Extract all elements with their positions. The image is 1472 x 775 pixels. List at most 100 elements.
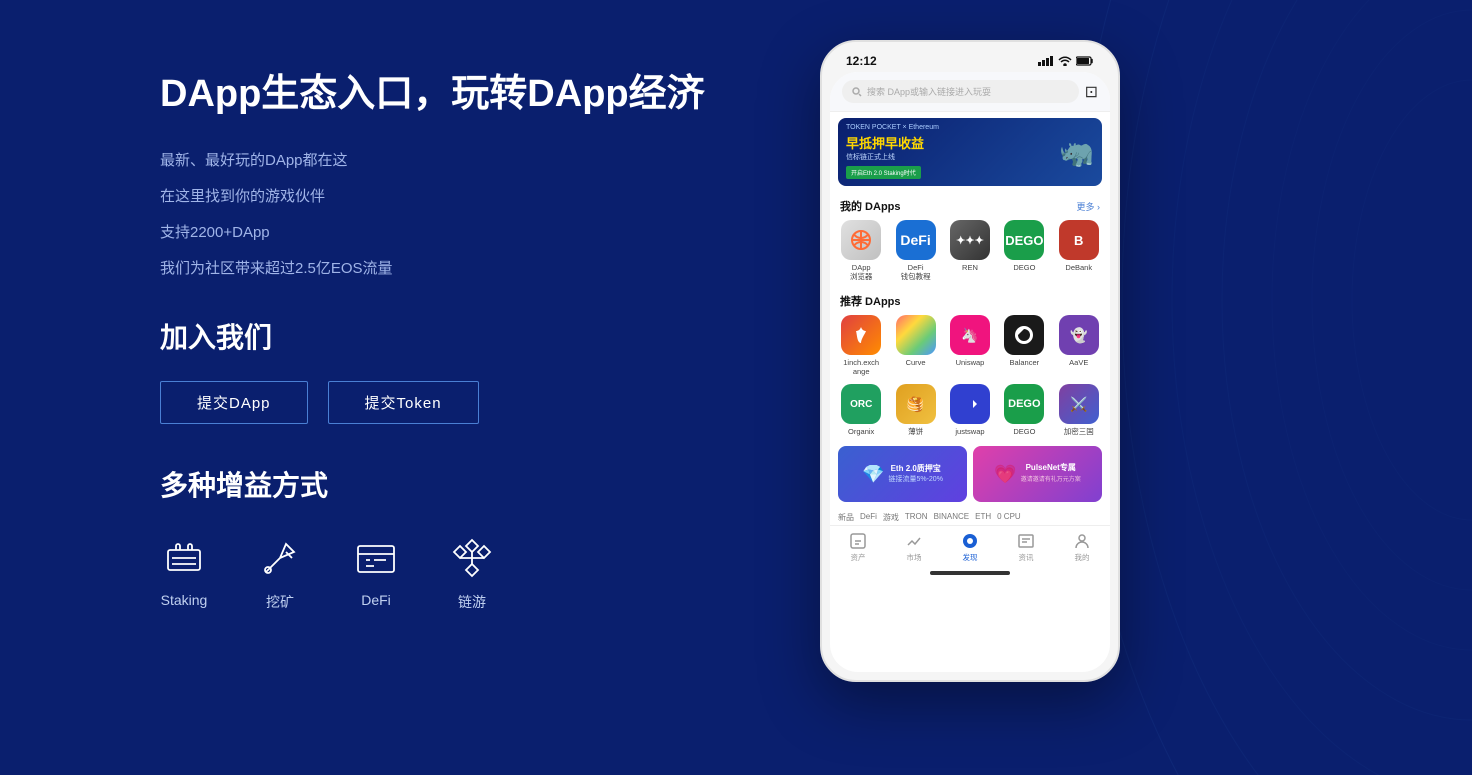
- promo-eth-text: Eth 2.0质押宝链接流量5%-20%: [888, 464, 942, 485]
- my-dapps-grid: DApp浏览器 DeFi DeFi钱包教程 ✦✦✦ REN DEGO: [830, 218, 1110, 287]
- nav-market-label: 市场: [907, 552, 922, 563]
- recommended-dapps-title: 推荐 DApps: [840, 293, 901, 309]
- dapp-ren-label: REN: [962, 263, 978, 272]
- button-group: 提交DApp 提交Token: [160, 381, 740, 424]
- nav-discover[interactable]: 发现: [961, 532, 979, 563]
- chain-game-label: 链游: [458, 592, 486, 612]
- dapp-item-dego2[interactable]: DEGO DEGO: [1000, 384, 1048, 436]
- dapp-uniswap-icon: 🦄: [950, 315, 990, 355]
- dapp-justswap-label: justswap: [955, 427, 984, 436]
- dapp-item-aave[interactable]: 👻 AaVE: [1055, 315, 1103, 376]
- search-input-area[interactable]: 搜索 DApp或输入链接进入玩耍: [842, 80, 1079, 103]
- dapp-ren-icon: ✦✦✦: [950, 220, 990, 260]
- dapp-dego2-label: DEGO: [1013, 427, 1035, 436]
- dapp-pancake-label: 薄饼: [908, 427, 923, 436]
- my-dapps-title: 我的 DApps: [840, 198, 901, 214]
- recommended-dapps-grid-1: 1inch.exchange Curve 🦄 Uniswap: [830, 313, 1110, 382]
- benefits-title: 多种增益方式: [160, 464, 740, 504]
- dapp-justswap-icon: [950, 384, 990, 424]
- benefit-chain-game: 链游: [448, 534, 496, 612]
- cat-new[interactable]: 新品: [838, 512, 854, 523]
- scan-icon[interactable]: ⊡: [1085, 82, 1098, 102]
- feature-item-1: 最新、最好玩的DApp都在这: [160, 149, 740, 173]
- phone-search-bar[interactable]: 搜索 DApp或输入链接进入玩耍 ⊡: [830, 72, 1110, 112]
- promo-banners: 💎 Eth 2.0质押宝链接流量5%-20% 💗 PulseNet专属邀请邀请有…: [830, 442, 1110, 508]
- dapp-dego-label: DEGO: [1013, 263, 1035, 272]
- phone-mockup-container: 12:12: [820, 40, 1140, 682]
- category-tabs: 新品 DeFi 游戏 TRON BINANCE ETH 0 CPU: [830, 508, 1110, 525]
- dapp-pancake-icon: 🥞: [896, 384, 936, 424]
- nav-assets-label: 资产: [851, 552, 866, 563]
- dapp-item-browser[interactable]: DApp浏览器: [837, 220, 885, 281]
- staking-label: Staking: [161, 592, 208, 608]
- dapp-debank-icon: B: [1059, 220, 1099, 260]
- benefits-row: Staking 挖矿 DeFi 链游: [160, 534, 740, 612]
- dapp-dego2-icon: DEGO: [1004, 384, 1044, 424]
- benefit-staking: Staking: [160, 534, 208, 608]
- nav-mine-label: 我的: [1075, 552, 1090, 563]
- phone-status-icons: [1038, 56, 1094, 66]
- dapp-defi-label: DeFi钱包教程: [901, 263, 931, 281]
- dapp-item-uniswap[interactable]: 🦄 Uniswap: [946, 315, 994, 376]
- dapp-1inch-label: 1inch.exchange: [843, 358, 879, 376]
- defi-label: DeFi: [361, 592, 391, 608]
- nav-discover-label: 发现: [963, 552, 978, 563]
- dapp-item-pancake[interactable]: 🥞 薄饼: [892, 384, 940, 436]
- dapp-item-curve[interactable]: Curve: [892, 315, 940, 376]
- dapp-1inch-icon: [841, 315, 881, 355]
- phone-status-bar: 12:12: [830, 54, 1110, 72]
- banner-main: 早抵押早收益: [846, 133, 939, 152]
- dapp-balancer-icon: [1004, 315, 1044, 355]
- dapp-curve-icon: [896, 315, 936, 355]
- my-dapps-more[interactable]: 更多 ›: [1077, 200, 1101, 213]
- cat-games[interactable]: 游戏: [883, 512, 899, 523]
- dapp-item-debank[interactable]: B DeBank: [1055, 220, 1103, 281]
- benefit-mining: 挖矿: [256, 534, 304, 612]
- banner-rhino-icon: 🦏: [1059, 136, 1094, 169]
- cat-defi[interactable]: DeFi: [860, 512, 877, 523]
- join-title: 加入我们: [160, 316, 740, 356]
- dapp-item-defi[interactable]: DeFi DeFi钱包教程: [892, 220, 940, 281]
- dapp-curve-label: Curve: [906, 358, 926, 367]
- recommended-dapps-grid-2: ORC Organix 🥞 薄饼 justswap: [830, 382, 1110, 442]
- nav-news-label: 资讯: [1019, 552, 1034, 563]
- phone-mockup: 12:12: [820, 40, 1120, 682]
- recommended-dapps-header: 推荐 DApps: [830, 287, 1110, 313]
- nav-news[interactable]: 资讯: [1017, 532, 1035, 563]
- dapp-item-balancer[interactable]: Balancer: [1000, 315, 1048, 376]
- nav-mine[interactable]: 我的: [1073, 532, 1091, 563]
- dapp-item-dego[interactable]: DEGO DEGO: [1000, 220, 1048, 281]
- submit-dapp-button[interactable]: 提交DApp: [160, 381, 308, 424]
- promo-card-eth[interactable]: 💎 Eth 2.0质押宝链接流量5%-20%: [838, 446, 967, 502]
- mining-label: 挖矿: [266, 592, 294, 612]
- dapp-browser-label: DApp浏览器: [850, 263, 873, 281]
- submit-token-button[interactable]: 提交Token: [328, 381, 479, 424]
- my-dapps-header: 我的 DApps 更多 ›: [830, 192, 1110, 218]
- promo-card-pulse[interactable]: 💗 PulseNet专属邀请邀请有礼万元方案: [973, 446, 1102, 502]
- staking-icon: [160, 534, 208, 582]
- dapp-item-organix[interactable]: ORC Organix: [837, 384, 885, 436]
- dapp-defi-icon: DeFi: [896, 220, 936, 260]
- cat-binance[interactable]: BINANCE: [934, 512, 970, 523]
- dapp-item-crypto3kingdoms[interactable]: ⚔️ 加密三国: [1055, 384, 1103, 436]
- chain-game-icon: [448, 534, 496, 582]
- feature-list: 最新、最好玩的DApp都在这 在这里找到你的游戏伙伴 支持2200+DApp 我…: [160, 149, 740, 281]
- dapp-organix-label: Organix: [848, 427, 874, 436]
- phone-screen: 搜索 DApp或输入链接进入玩耍 ⊡ TOKEN POCKET × Ethere…: [830, 72, 1110, 672]
- dapp-item-ren[interactable]: ✦✦✦ REN: [946, 220, 994, 281]
- dapp-item-justswap[interactable]: justswap: [946, 384, 994, 436]
- defi-icon: [352, 534, 400, 582]
- dapp-uniswap-label: Uniswap: [956, 358, 985, 367]
- dapp-organix-icon: ORC: [841, 384, 881, 424]
- banner-badge: 开启Eth 2.0 Staking时代: [846, 166, 921, 179]
- cat-tron[interactable]: TRON: [905, 512, 928, 523]
- dapp-aave-icon: 👻: [1059, 315, 1099, 355]
- dapp-item-1inch[interactable]: 1inch.exchange: [837, 315, 885, 376]
- main-title: DApp生态入口，玩转DApp经济: [160, 70, 740, 119]
- nav-assets[interactable]: 资产: [849, 532, 867, 563]
- cat-eth[interactable]: ETH: [975, 512, 991, 523]
- cat-0cpu[interactable]: 0 CPU: [997, 512, 1021, 523]
- dapp-aave-label: AaVE: [1069, 358, 1088, 367]
- nav-market[interactable]: 市场: [905, 532, 923, 563]
- dapp-balancer-label: Balancer: [1010, 358, 1040, 367]
